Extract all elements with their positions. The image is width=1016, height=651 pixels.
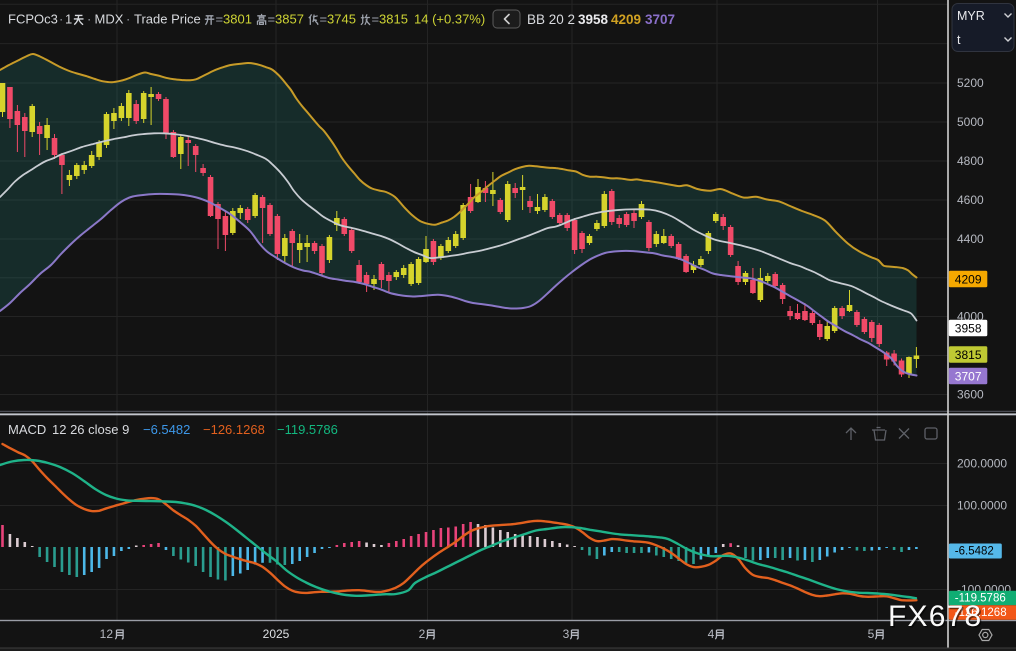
svg-text:3958: 3958 — [955, 322, 982, 336]
svg-text:3857: 3857 — [275, 12, 304, 27]
svg-text:3815: 3815 — [955, 348, 982, 362]
svg-text:MDX: MDX — [95, 12, 124, 27]
svg-text:4800: 4800 — [957, 154, 984, 168]
svg-text:=: = — [268, 12, 276, 27]
svg-text:−6.5482: −6.5482 — [143, 422, 190, 437]
svg-text:-6.5482: -6.5482 — [955, 546, 994, 558]
svg-text:3958: 3958 — [578, 12, 609, 27]
svg-text:3801: 3801 — [223, 12, 252, 27]
svg-text:2025: 2025 — [263, 627, 290, 641]
svg-text:14 (+0.37%): 14 (+0.37%) — [414, 12, 485, 27]
svg-text:=: = — [320, 12, 328, 27]
svg-text:3: 3 — [563, 627, 570, 641]
svg-text:4209: 4209 — [955, 273, 982, 287]
svg-text:3707: 3707 — [955, 370, 982, 384]
svg-text:FX678: FX678 — [888, 600, 982, 633]
svg-text:5200: 5200 — [957, 76, 984, 90]
svg-text:−119.5786: −119.5786 — [277, 422, 338, 437]
svg-text:4600: 4600 — [957, 193, 984, 207]
svg-text:MYR: MYR — [957, 9, 985, 23]
svg-text:200.0000: 200.0000 — [957, 457, 1007, 471]
svg-text:MACD: MACD — [8, 422, 46, 437]
svg-text:=: = — [372, 12, 380, 27]
svg-text:4: 4 — [708, 627, 715, 641]
svg-text:3745: 3745 — [327, 12, 356, 27]
svg-text:FCPOc3: FCPOc3 — [8, 12, 58, 27]
svg-text:Trade Price: Trade Price — [134, 12, 201, 27]
svg-text:·: · — [87, 12, 91, 27]
svg-text:=: = — [216, 12, 224, 27]
svg-text:3815: 3815 — [379, 12, 408, 27]
svg-text:5000: 5000 — [957, 115, 984, 129]
svg-text:4209: 4209 — [611, 12, 641, 27]
svg-text:·: · — [59, 12, 63, 27]
svg-text:5: 5 — [868, 627, 875, 641]
svg-text:100.0000: 100.0000 — [957, 499, 1007, 513]
svg-text:−126.1268: −126.1268 — [203, 422, 265, 437]
svg-text:12: 12 — [100, 627, 114, 641]
svg-text:1: 1 — [65, 12, 72, 27]
svg-text:4400: 4400 — [957, 232, 984, 246]
svg-text:t: t — [957, 33, 961, 47]
svg-text:BB 20 2: BB 20 2 — [527, 12, 575, 27]
svg-text:3707: 3707 — [645, 12, 675, 27]
svg-text:2: 2 — [419, 627, 426, 641]
svg-text:12 26 close 9: 12 26 close 9 — [52, 422, 129, 437]
svg-text:·: · — [126, 12, 130, 27]
svg-text:3600: 3600 — [957, 388, 984, 402]
